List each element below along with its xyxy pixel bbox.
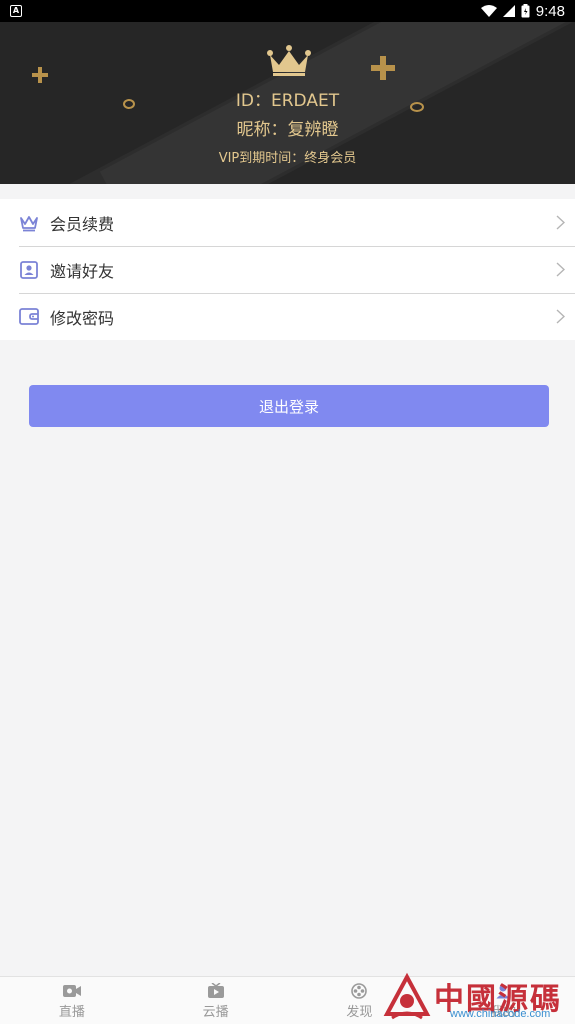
status-time: 9:48 [535, 2, 565, 20]
chevron-right-icon [556, 262, 565, 277]
camera-icon [62, 985, 81, 997]
user-id: ID：ERDAET [235, 91, 340, 111]
wallet-icon [19, 307, 39, 327]
vip-crown-icon [267, 45, 311, 76]
plus-decoration-icon [32, 67, 48, 83]
play-box-icon [207, 983, 224, 998]
settings-menu: 会员续费 邀请好友 修改密码 [0, 199, 575, 340]
plus-decoration-icon [371, 56, 395, 80]
status-indicators: 9:48 [480, 2, 565, 20]
menu-item-invite-friends[interactable]: 邀请好友 [0, 246, 575, 293]
compass-icon [351, 983, 368, 999]
menu-item-label: 修改密码 [50, 308, 115, 328]
app-notification-icon: A [10, 5, 22, 17]
logout-button[interactable]: 退出登录 [29, 385, 549, 427]
menu-item-renew-membership[interactable]: 会员续费 [0, 199, 575, 246]
user-nickname: 昵称：复辨瞪 [236, 120, 339, 140]
nav-item-label: 云播 [202, 1005, 229, 1020]
menu-item-label: 邀请好友 [50, 261, 115, 281]
nav-item-cloud-play[interactable]: 云播 [144, 977, 288, 1024]
nav-item-label: 直播 [58, 1005, 85, 1020]
menu-item-label: 会员续费 [50, 214, 115, 234]
nav-item-discover[interactable]: 发现 [288, 977, 432, 1024]
chevron-right-icon [556, 309, 565, 324]
nav-item-label: 发现 [346, 1005, 373, 1020]
nav-item-mine[interactable]: 我的 [431, 977, 575, 1024]
battery-icon [521, 4, 530, 18]
chevron-right-icon [556, 215, 565, 230]
wifi-icon [480, 5, 497, 17]
signal-icon [502, 5, 515, 17]
crown-icon [19, 213, 39, 233]
profile-header: ID：ERDAET 昵称：复辨瞪 VIP到期时间：终身会员 [0, 22, 575, 184]
person-card-icon [19, 260, 39, 280]
user-icon [496, 984, 510, 999]
menu-item-change-password[interactable]: 修改密码 [0, 293, 575, 340]
vip-expire-date: VIP到期时间：终身会员 [218, 151, 357, 166]
bottom-nav: 直播 云播 发现 我的 [0, 976, 575, 1024]
nav-item-live[interactable]: 直播 [0, 977, 144, 1024]
nav-item-label: 我的 [490, 1005, 517, 1020]
status-bar: A 9:48 [0, 0, 575, 22]
